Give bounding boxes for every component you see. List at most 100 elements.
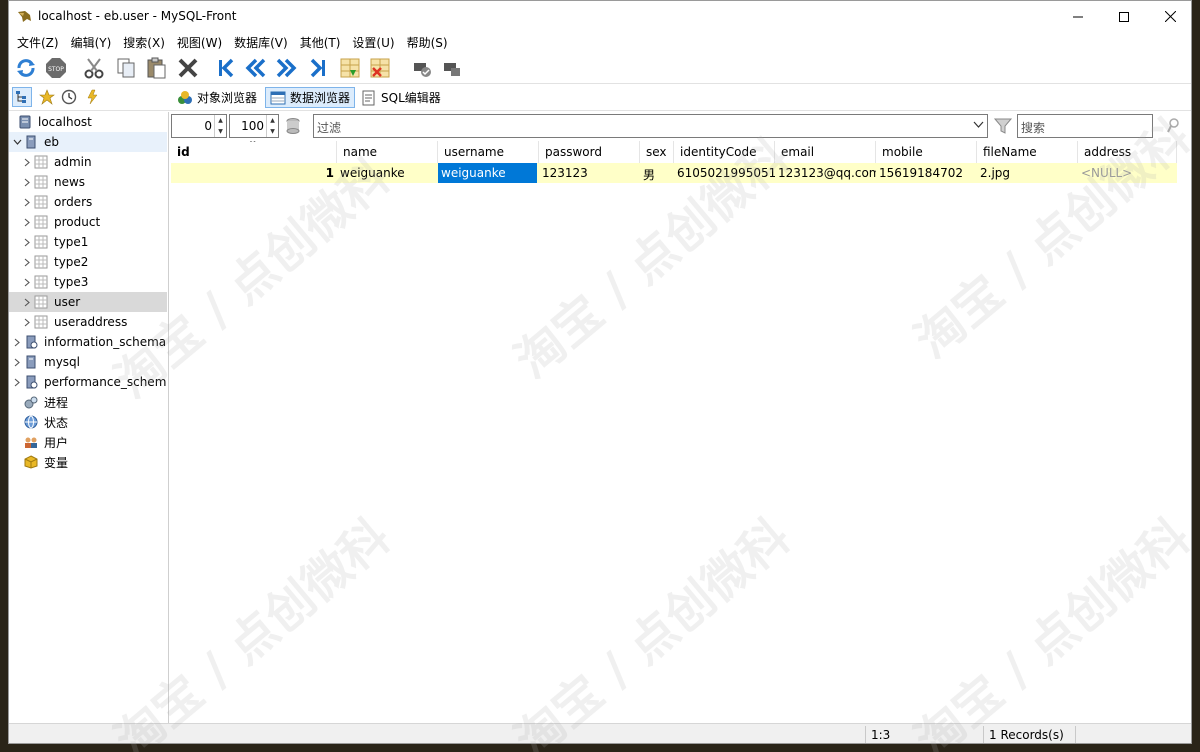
column-header-name[interactable]: name bbox=[337, 141, 438, 163]
menu-search[interactable]: 搜索(X) bbox=[117, 32, 171, 52]
title-bar[interactable]: localhost - eb.user - MySQL-Front bbox=[9, 1, 1191, 32]
next-page-button[interactable] bbox=[273, 55, 299, 81]
chevron-right-icon[interactable] bbox=[21, 216, 33, 228]
insert-record-button[interactable] bbox=[337, 55, 363, 81]
column-header-filename[interactable]: fileName bbox=[977, 141, 1078, 163]
double-chevron-left-icon bbox=[245, 58, 266, 78]
tree-item-table[interactable]: news bbox=[9, 172, 167, 192]
tree-item-table[interactable]: useraddress bbox=[9, 312, 167, 332]
tree-item-eb[interactable]: eb bbox=[9, 132, 167, 152]
chevron-right-icon[interactable] bbox=[11, 376, 23, 388]
spin-down-icon[interactable]: ▼ bbox=[215, 126, 226, 137]
copy-button[interactable] bbox=[113, 55, 139, 81]
limit-toggle-button[interactable] bbox=[284, 117, 302, 135]
chevron-right-icon[interactable] bbox=[21, 276, 33, 288]
chevron-right-icon[interactable] bbox=[11, 356, 23, 368]
menu-help[interactable]: 帮助(S) bbox=[401, 32, 454, 52]
cut-button[interactable] bbox=[81, 55, 107, 81]
tree-item-localhost[interactable]: localhost bbox=[9, 112, 167, 132]
limit-spinner[interactable]: 100 ▲ ▼ bbox=[229, 114, 279, 138]
chevron-right-icon[interactable] bbox=[21, 176, 33, 188]
tree-item-label: localhost bbox=[38, 115, 92, 129]
tree-item-table[interactable]: type2 bbox=[9, 252, 167, 272]
post-record-button[interactable] bbox=[409, 55, 435, 81]
cell-address[interactable]: <NULL> bbox=[1078, 163, 1177, 183]
chevron-right-icon[interactable] bbox=[11, 336, 23, 348]
tree-item-table[interactable]: admin bbox=[9, 152, 167, 172]
chevron-right-icon[interactable] bbox=[21, 236, 33, 248]
paste-button[interactable] bbox=[143, 55, 169, 81]
menu-view[interactable]: 视图(W) bbox=[171, 32, 228, 52]
chevron-right-icon[interactable] bbox=[21, 256, 33, 268]
tree-item-status[interactable]: 状态 bbox=[9, 412, 167, 432]
table-row[interactable]: 1 weiguanke weiguanke 123123 男 610502199… bbox=[171, 163, 1177, 183]
spin-up-icon[interactable]: ▲ bbox=[215, 115, 226, 126]
sql-history-button[interactable] bbox=[83, 87, 103, 107]
tree-item-label: 进程 bbox=[44, 395, 69, 410]
menu-file[interactable]: 文件(Z) bbox=[11, 32, 65, 52]
cancel-record-button[interactable] bbox=[439, 55, 465, 81]
close-button[interactable] bbox=[1147, 1, 1191, 32]
menu-edit[interactable]: 编辑(Y) bbox=[65, 32, 118, 52]
chevron-down-icon[interactable] bbox=[973, 119, 984, 133]
cell-identitycode[interactable]: 61050219950512 bbox=[674, 163, 775, 183]
tree-item-users[interactable]: 用户 bbox=[9, 432, 167, 452]
apply-filter-button[interactable] bbox=[993, 116, 1013, 136]
minimize-button[interactable] bbox=[1055, 1, 1101, 32]
tree-item-table[interactable]: orders bbox=[9, 192, 167, 212]
column-header-password[interactable]: password bbox=[539, 141, 640, 163]
tree-item-variables[interactable]: 变量 bbox=[9, 452, 167, 472]
column-header-address[interactable]: address bbox=[1078, 141, 1177, 163]
offset-spinner[interactable]: 0 ▲ ▼ bbox=[171, 114, 227, 138]
chevron-right-icon[interactable] bbox=[21, 316, 33, 328]
chevron-right-icon[interactable] bbox=[21, 156, 33, 168]
chevron-down-icon[interactable] bbox=[11, 136, 23, 148]
first-record-button[interactable] bbox=[213, 55, 239, 81]
search-button[interactable] bbox=[1163, 116, 1183, 136]
chevron-right-icon[interactable] bbox=[21, 196, 33, 208]
tab-sql-editor[interactable]: SQL编辑器 bbox=[357, 87, 445, 108]
column-header-username[interactable]: username bbox=[438, 141, 539, 163]
tree-item-database[interactable]: performance_schem bbox=[9, 372, 167, 392]
spin-down-icon[interactable]: ▼ bbox=[267, 126, 278, 137]
stop-button[interactable]: STOP bbox=[43, 55, 69, 81]
tree-view-button[interactable] bbox=[12, 87, 32, 107]
history-button[interactable] bbox=[59, 87, 79, 107]
delete-button[interactable] bbox=[175, 55, 201, 81]
tree-item-table[interactable]: product bbox=[9, 212, 167, 232]
tree-item-table-selected[interactable]: user bbox=[9, 292, 167, 312]
tab-object-browser[interactable]: 对象浏览器 bbox=[173, 87, 261, 108]
maximize-button[interactable] bbox=[1101, 1, 1147, 32]
cell-id[interactable]: 1 bbox=[171, 163, 337, 183]
column-header-mobile[interactable]: mobile bbox=[876, 141, 977, 163]
menu-settings[interactable]: 设置(U) bbox=[346, 32, 400, 52]
tree-item-table[interactable]: type1 bbox=[9, 232, 167, 252]
favorites-button[interactable] bbox=[37, 87, 57, 107]
column-header-id[interactable]: id ^ bbox=[171, 141, 337, 163]
cell-email[interactable]: 123123@qq.com bbox=[775, 163, 876, 183]
tree-item-processes[interactable]: 进程 bbox=[9, 392, 167, 412]
tree-item-database[interactable]: information_schema bbox=[9, 332, 167, 352]
search-input[interactable]: 搜索 bbox=[1017, 114, 1153, 138]
menu-database[interactable]: 数据库(V) bbox=[228, 32, 294, 52]
column-header-email[interactable]: email bbox=[775, 141, 876, 163]
last-record-button[interactable] bbox=[305, 55, 331, 81]
prev-page-button[interactable] bbox=[243, 55, 269, 81]
spin-up-icon[interactable]: ▲ bbox=[267, 115, 278, 126]
chevron-right-icon[interactable] bbox=[21, 296, 33, 308]
tree-item-database[interactable]: mysql bbox=[9, 352, 167, 372]
cell-filename[interactable]: 2.jpg bbox=[977, 163, 1078, 183]
cell-sex[interactable]: 男 bbox=[640, 163, 674, 183]
filter-input[interactable]: 过滤 bbox=[313, 114, 988, 138]
column-header-sex[interactable]: sex bbox=[640, 141, 674, 163]
column-header-identitycode[interactable]: identityCode bbox=[674, 141, 775, 163]
cell-name[interactable]: weiguanke bbox=[337, 163, 438, 183]
delete-record-button[interactable] bbox=[367, 55, 393, 81]
menu-other[interactable]: 其他(T) bbox=[294, 32, 347, 52]
cell-password[interactable]: 123123 bbox=[539, 163, 640, 183]
tab-data-browser[interactable]: 数据浏览器 bbox=[265, 87, 356, 108]
tree-item-table[interactable]: type3 bbox=[9, 272, 167, 292]
cell-username-selected[interactable]: weiguanke bbox=[438, 163, 537, 183]
refresh-button[interactable] bbox=[13, 55, 39, 81]
cell-mobile[interactable]: 15619184702 bbox=[876, 163, 977, 183]
